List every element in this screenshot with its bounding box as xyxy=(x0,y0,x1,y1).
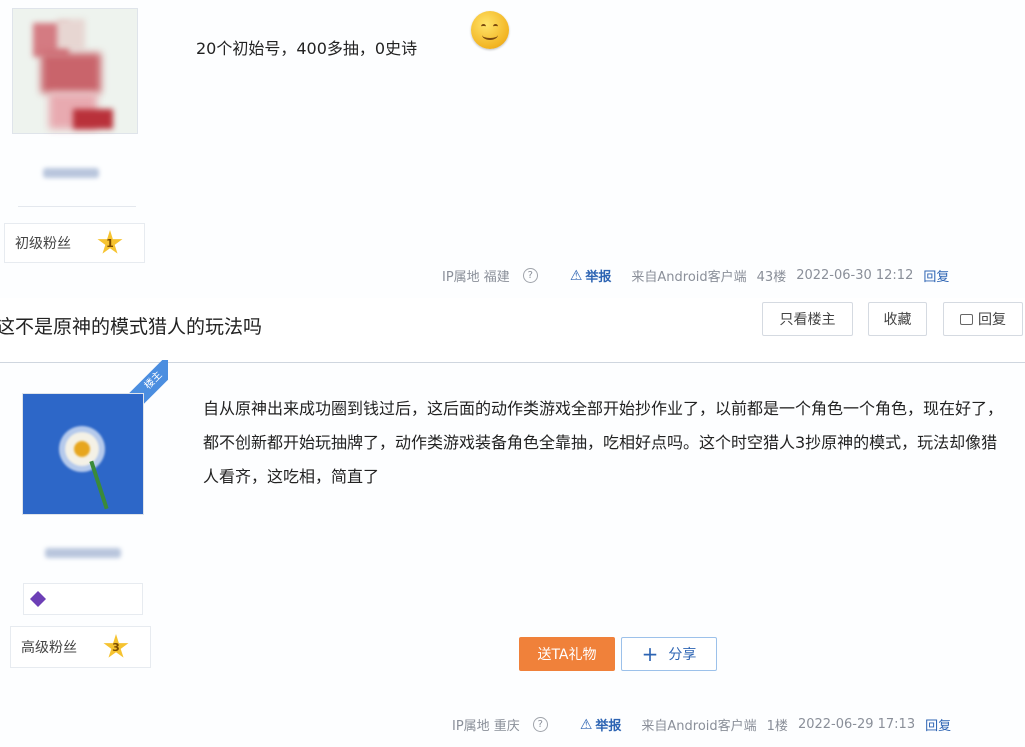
op-post-content: 自从原神出来成功圈到钱过后，这后面的动作类游戏全部开始抄作业了，以前都是一个角色… xyxy=(203,399,1004,486)
comment-icon xyxy=(960,313,973,325)
username-reply[interactable] xyxy=(43,168,99,178)
favorite-label: 收藏 xyxy=(883,312,912,328)
share-label: 分享 xyxy=(668,647,697,663)
reply-link-op[interactable]: 回复 xyxy=(925,715,951,734)
reply-button[interactable]: 回复 xyxy=(943,302,1023,336)
report-label: 举报 xyxy=(585,270,612,285)
only-op-button[interactable]: 只看楼主 xyxy=(762,302,853,336)
warning-icon: ⚠ xyxy=(569,267,583,284)
ip-location-op: IP属地 重庆 xyxy=(452,719,520,734)
smiley-emoji-icon xyxy=(471,11,509,49)
reply-label: 回复 xyxy=(978,312,1006,328)
post-time-op: 2022-06-29 17:13 xyxy=(797,717,916,732)
client-source-op: 来自Android客户端 xyxy=(641,719,757,734)
reply-link[interactable]: 回复 xyxy=(923,266,949,285)
member-badge-row xyxy=(23,583,143,615)
level-badge-icon[interactable] xyxy=(30,591,46,607)
floor-number: 43楼 xyxy=(756,270,787,285)
post-time: 2022-06-30 12:12 xyxy=(796,268,914,283)
reply-meta: IP属地 福建 ? ⚠ 举报 来自Android客户端 43楼 2022-06-3… xyxy=(442,266,959,286)
fan-rank-badge-op[interactable]: 高级粉丝 3 xyxy=(10,626,151,668)
user-avatar-op[interactable] xyxy=(22,393,144,515)
divider xyxy=(18,206,136,207)
send-gift-label: 送TA礼物 xyxy=(537,647,597,663)
rank-level-op: 3 xyxy=(112,640,120,654)
star-badge-icon: 3 xyxy=(103,634,129,658)
reply-content: 20个初始号，400多抽，0史诗 xyxy=(196,39,418,58)
help-icon[interactable]: ? xyxy=(532,717,548,732)
share-button[interactable]: + 分享 xyxy=(621,637,717,671)
op-meta: IP属地 重庆 ? ⚠ 举报 来自Android客户端 1楼 2022-06-29… xyxy=(452,715,961,735)
warning-icon: ⚠ xyxy=(579,716,593,733)
fan-rank-label-op: 高级粉丝 xyxy=(21,640,77,656)
ip-location: IP属地 福建 xyxy=(442,270,510,285)
plus-icon: + xyxy=(641,642,659,666)
rank-level: 1 xyxy=(106,236,114,250)
help-icon[interactable]: ? xyxy=(522,268,538,283)
client-source: 来自Android客户端 xyxy=(631,270,747,285)
report-link[interactable]: ⚠ 举报 xyxy=(569,266,622,286)
user-avatar-reply[interactable] xyxy=(12,8,138,134)
star-badge-icon: 1 xyxy=(97,230,123,254)
report-label-op: 举报 xyxy=(595,719,622,734)
only-op-label: 只看楼主 xyxy=(779,312,836,328)
username-op[interactable] xyxy=(45,548,121,558)
send-gift-button[interactable]: 送TA礼物 xyxy=(519,637,615,671)
fan-rank-label: 初级粉丝 xyxy=(15,236,71,252)
favorite-button[interactable]: 收藏 xyxy=(868,302,927,336)
report-link-op[interactable]: ⚠ 举报 xyxy=(579,715,632,735)
flower-image xyxy=(65,432,99,466)
flower-stem xyxy=(89,460,109,510)
floor-number-op: 1楼 xyxy=(766,719,788,734)
thread-title: 这不是原神的模式猎人的玩法吗 xyxy=(0,316,263,338)
fan-rank-badge[interactable]: 初级粉丝 1 xyxy=(4,223,145,263)
